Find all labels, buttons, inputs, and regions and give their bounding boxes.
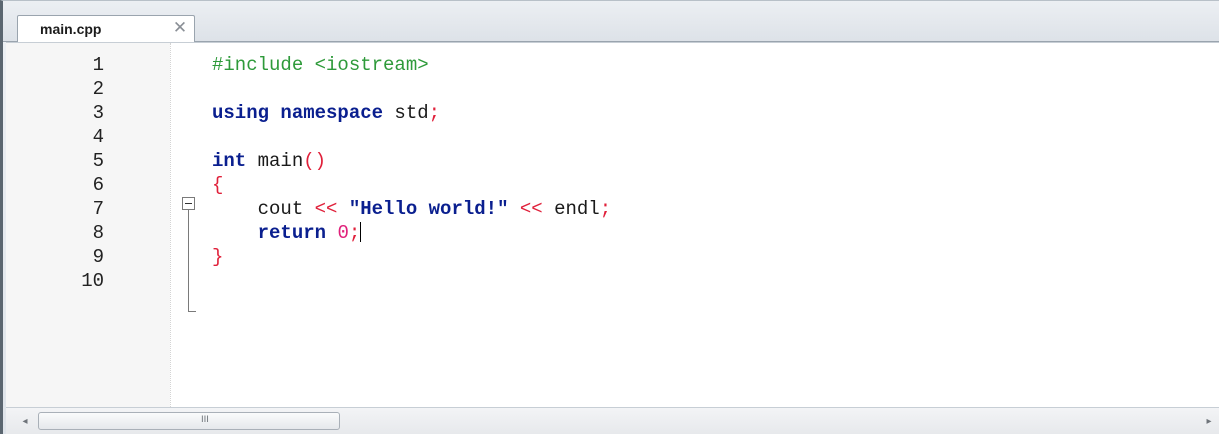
code-token: using namespace (212, 102, 384, 124)
line-number: 1 (92, 54, 104, 76)
code-token: ; (428, 102, 441, 124)
fold-collapse-icon[interactable] (182, 197, 195, 210)
code-line: } (212, 245, 223, 269)
line-number: 4 (92, 126, 104, 148)
code-token: ; (599, 198, 612, 220)
tab-bar: main.cpp ✕ (3, 1, 1219, 42)
scrollbar-grip-icon: III (201, 415, 209, 425)
code-line: int main() (212, 149, 326, 173)
code-token: "Hello world!" (348, 198, 509, 220)
editor-window: main.cpp ✕ 1 2 3 4 5 6 7 8 9 10 #include <iostrea… (0, 0, 1219, 434)
close-icon[interactable]: ✕ (170, 18, 190, 38)
line-number: 5 (92, 150, 104, 172)
code-token: cout (212, 198, 315, 220)
code-line: cout << "Hello world!" << endl; (212, 197, 612, 221)
code-token: int (212, 150, 247, 172)
line-number: 3 (92, 102, 104, 124)
code-token: return (257, 222, 327, 244)
code-line: using namespace std; (212, 101, 440, 125)
code-token: ; (348, 222, 361, 244)
line-number: 7 (92, 198, 104, 220)
line-number: 10 (81, 270, 104, 292)
fold-guide-line (188, 210, 189, 312)
line-number: 2 (92, 78, 104, 100)
line-number: 6 (92, 174, 104, 196)
code-token: endl (542, 198, 600, 220)
scroll-right-arrow-icon[interactable]: ▸ (1202, 416, 1216, 428)
fold-guide-end (188, 311, 196, 312)
scrollbar-thumb[interactable]: III (38, 412, 340, 430)
scroll-left-arrow-icon[interactable]: ◂ (18, 416, 32, 428)
tab-main-cpp[interactable]: main.cpp ✕ (17, 15, 195, 42)
code-token: #include <iostream> (212, 54, 429, 76)
horizontal-scrollbar[interactable]: ◂ III ▸ (6, 407, 1219, 434)
code-line: #include <iostream> (212, 53, 429, 77)
code-editor[interactable]: 1 2 3 4 5 6 7 8 9 10 #include <iostream> using nam… (6, 42, 1219, 407)
code-token: main (246, 150, 304, 172)
code-line: { (212, 173, 223, 197)
line-number: 9 (92, 246, 104, 268)
tab-label: main.cpp (40, 21, 102, 37)
code-token: << (519, 198, 543, 220)
line-number: 8 (92, 222, 104, 244)
text-caret (360, 222, 362, 242)
code-token: << (314, 198, 338, 220)
code-token: 0 (337, 222, 349, 244)
line-number-gutter: 1 2 3 4 5 6 7 8 9 10 (6, 43, 170, 407)
code-token: { (212, 174, 224, 196)
code-line: return 0; (212, 221, 362, 245)
code-token: std (383, 102, 429, 124)
code-token: } (212, 246, 224, 268)
code-token: () (303, 150, 327, 172)
